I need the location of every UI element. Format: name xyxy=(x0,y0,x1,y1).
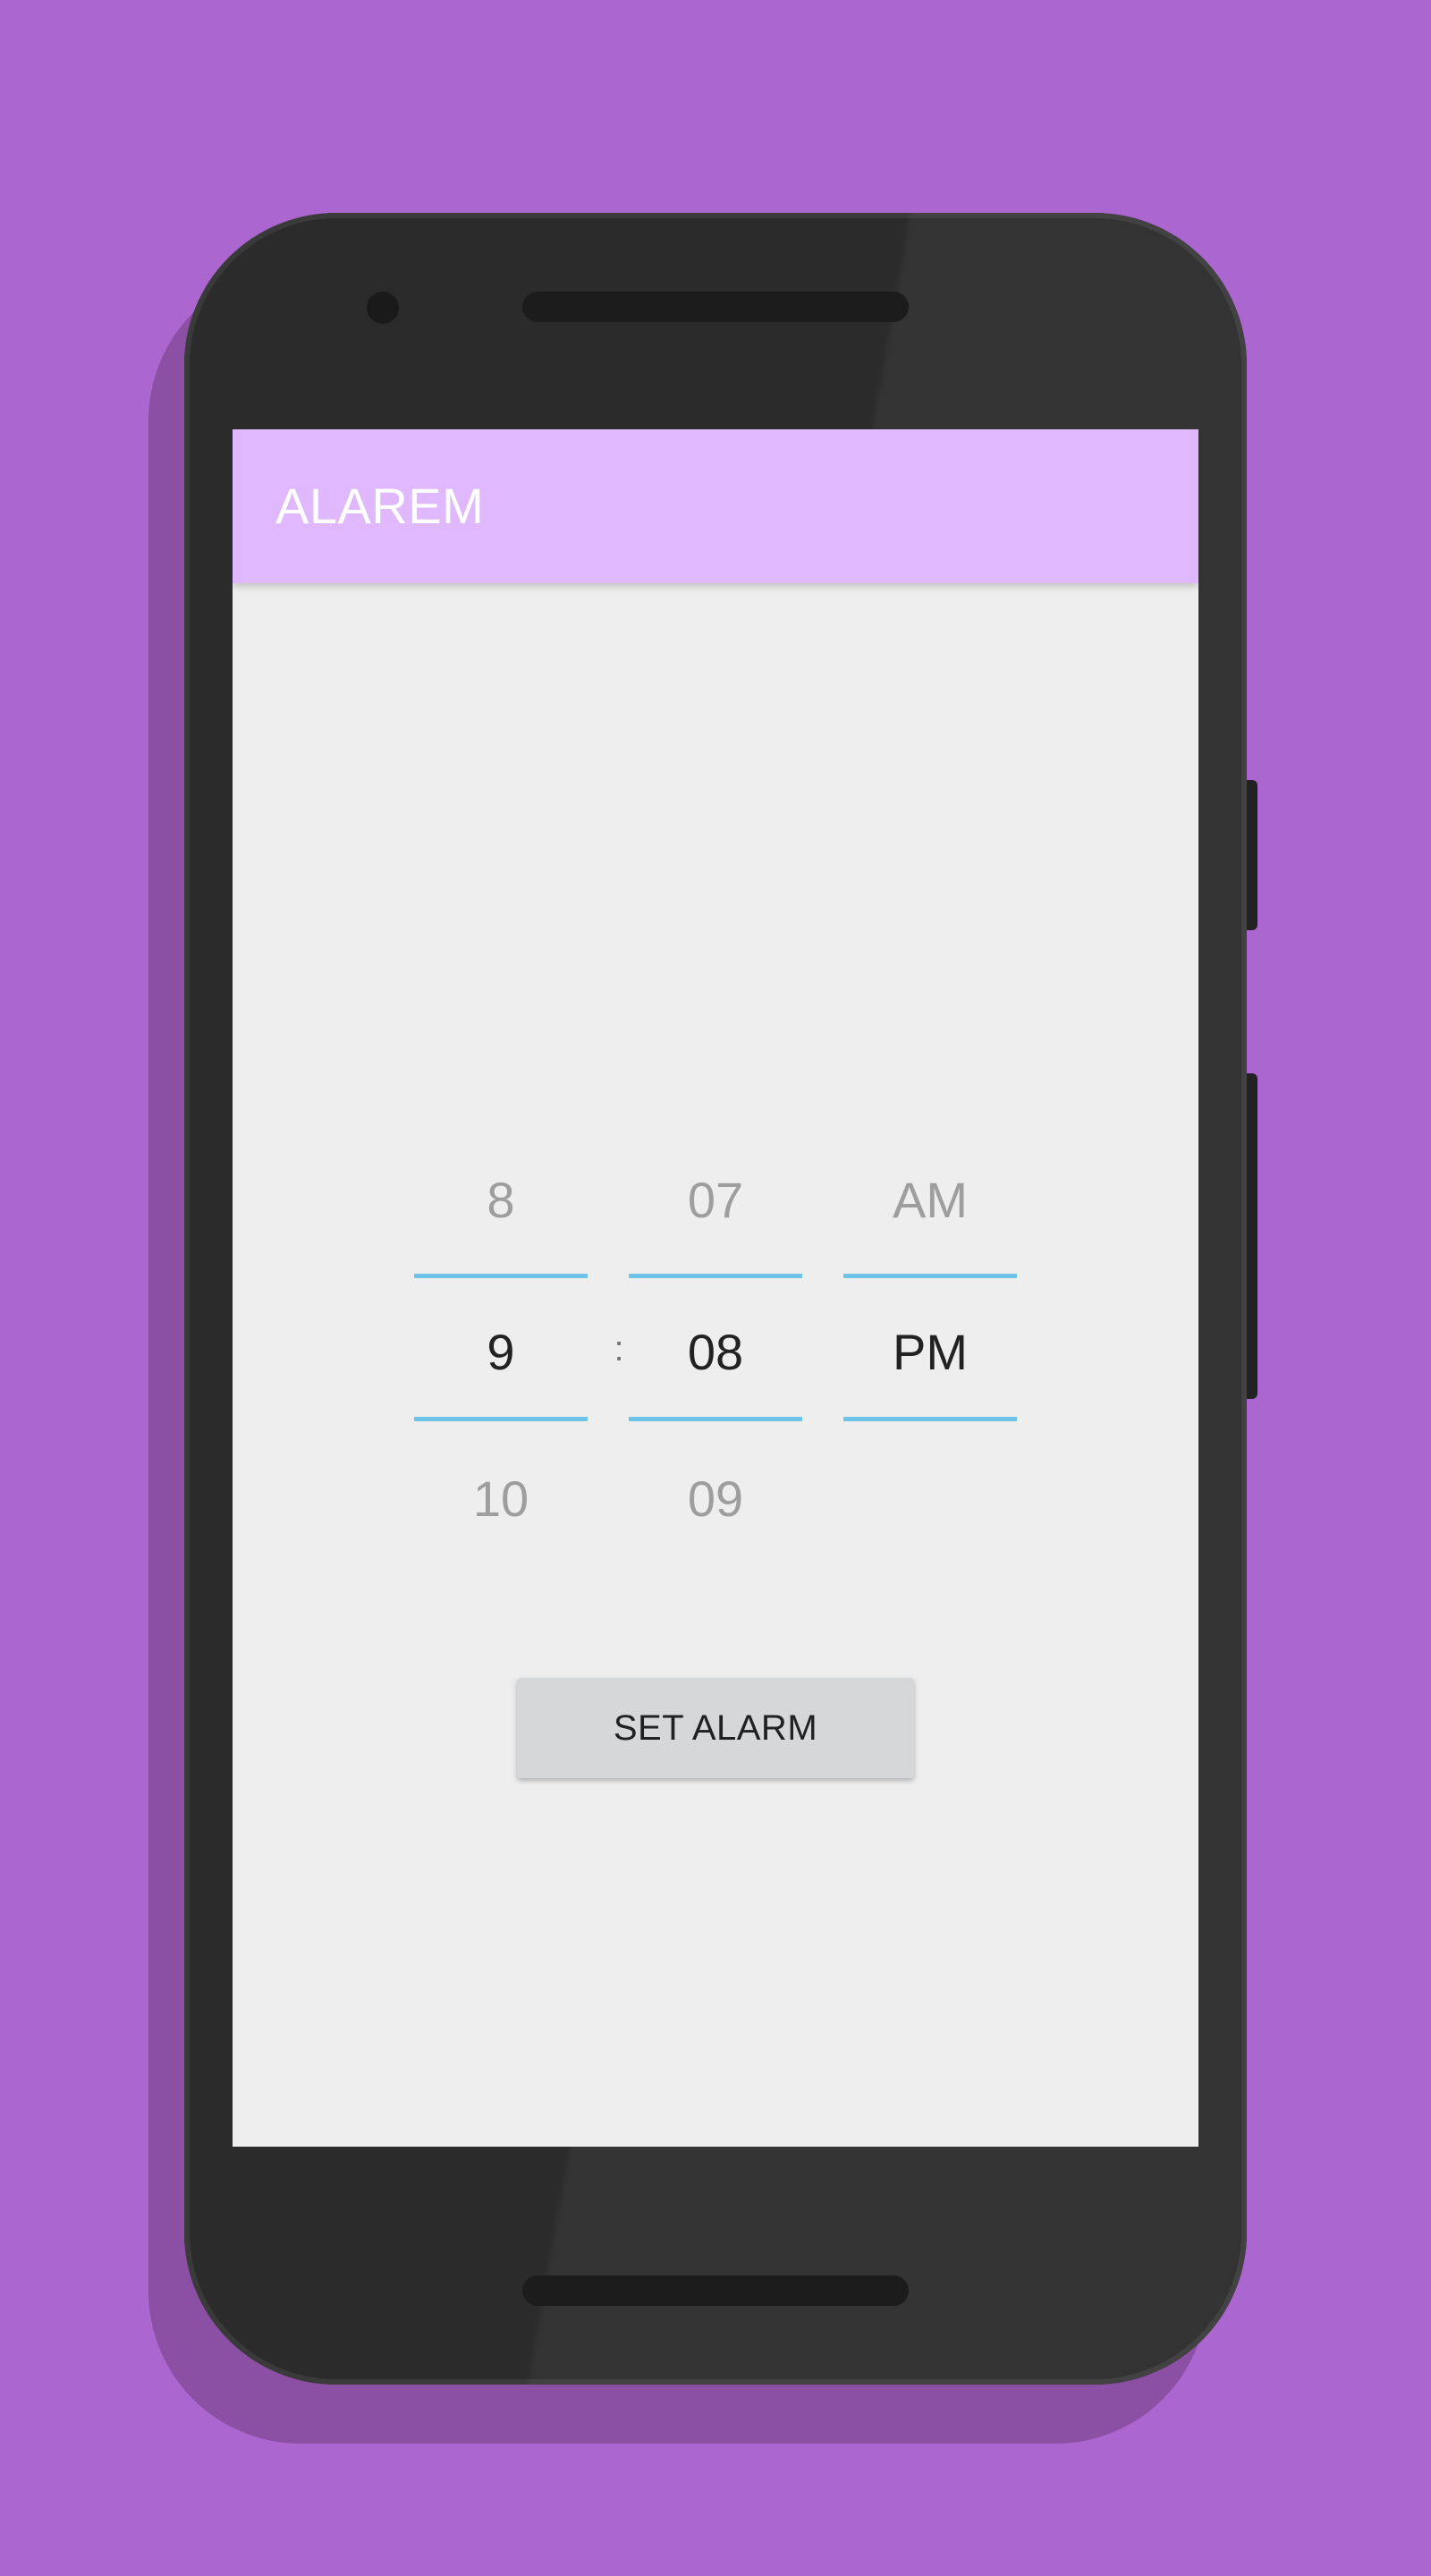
app-title: ALAREM xyxy=(275,478,485,534)
set-alarm-button[interactable]: SET ALARM xyxy=(517,1678,914,1778)
minute-current[interactable]: 08 xyxy=(629,1288,802,1417)
ampm-current[interactable]: PM xyxy=(843,1288,1017,1417)
hour-picker[interactable]: 8 9 10 xyxy=(414,1136,588,1619)
ampm-prev[interactable]: AM xyxy=(843,1136,1017,1265)
app-bar: ALAREM xyxy=(233,429,1198,583)
hour-divider-bottom xyxy=(414,1417,588,1421)
ampm-picker[interactable]: AM PM xyxy=(843,1136,1017,1619)
hour-current[interactable]: 9 xyxy=(414,1288,588,1417)
hour-next[interactable]: 10 xyxy=(414,1435,588,1563)
hour-divider-top xyxy=(414,1274,588,1278)
ampm-divider-top xyxy=(843,1274,1017,1278)
minute-picker[interactable]: 07 08 09 xyxy=(629,1136,802,1619)
minute-divider-bottom xyxy=(629,1417,802,1421)
app-screen: ALAREM 8 9 10 : 07 08 09 AM PM SET ALARM xyxy=(233,429,1198,2147)
ampm-next[interactable] xyxy=(843,1435,1017,1563)
front-camera-icon xyxy=(367,292,399,324)
hour-prev[interactable]: 8 xyxy=(414,1136,588,1265)
minute-next[interactable]: 09 xyxy=(629,1435,802,1563)
top-speaker xyxy=(522,292,909,322)
minute-divider-top xyxy=(629,1274,802,1278)
minute-prev[interactable]: 07 xyxy=(629,1136,802,1265)
ampm-divider-bottom xyxy=(843,1417,1017,1421)
bottom-speaker xyxy=(522,2275,909,2306)
